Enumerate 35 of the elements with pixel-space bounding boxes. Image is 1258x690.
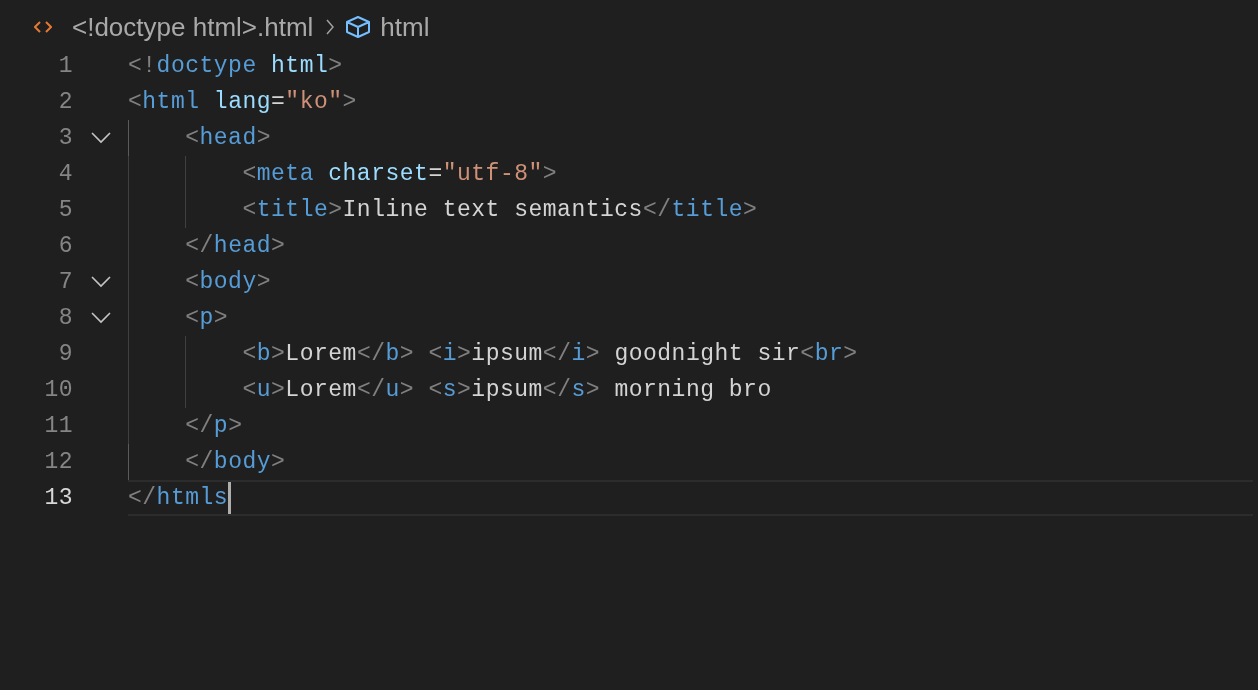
line-number: 2 — [57, 88, 73, 117]
text-cursor — [228, 482, 232, 514]
code-line: </p> — [184, 412, 243, 441]
chevron-down-icon[interactable] — [90, 312, 111, 324]
code-line: </body> — [184, 448, 286, 477]
line-number: 8 — [57, 304, 73, 333]
line-number: 3 — [57, 124, 73, 153]
chevron-down-icon[interactable] — [90, 132, 111, 144]
code-line: <meta charset="utf-8"> — [241, 160, 558, 189]
line-number: 4 — [57, 160, 73, 189]
code-line: <title>Inline text semantics</title> — [241, 196, 758, 225]
code-line: <p> — [184, 304, 229, 333]
line-number: 11 — [43, 412, 73, 441]
breadcrumb-item[interactable]: <!doctype html>.html — [72, 11, 314, 43]
code-line: <b>Lorem</b> <i>ipsum</i> goodnight sir<br> — [241, 340, 858, 369]
line-number: 6 — [57, 232, 73, 261]
code-line: </htmls — [128, 484, 229, 513]
code-line: <u>Lorem</u> <s>ipsum</s> morning bro — [241, 376, 772, 405]
line-number: 13 — [43, 484, 73, 513]
chevron-right-icon — [325, 19, 336, 35]
chevron-down-icon[interactable] — [90, 276, 111, 288]
line-number: 1 — [57, 52, 73, 81]
code-line: <head> — [184, 124, 272, 153]
code-line: <body> — [184, 268, 272, 297]
breadcrumb-item[interactable]: html — [380, 11, 430, 43]
code-brackets-icon — [34, 20, 52, 34]
line-number: 10 — [43, 376, 73, 405]
code-line: </head> — [184, 232, 286, 261]
cube-icon — [345, 15, 372, 39]
line-number: 7 — [57, 268, 73, 297]
code-line: <!doctype html> — [128, 52, 343, 81]
code-line: <html lang="ko"> — [128, 88, 357, 117]
line-number: 12 — [43, 448, 73, 477]
line-number: 9 — [57, 340, 73, 369]
line-number: 5 — [57, 196, 73, 225]
